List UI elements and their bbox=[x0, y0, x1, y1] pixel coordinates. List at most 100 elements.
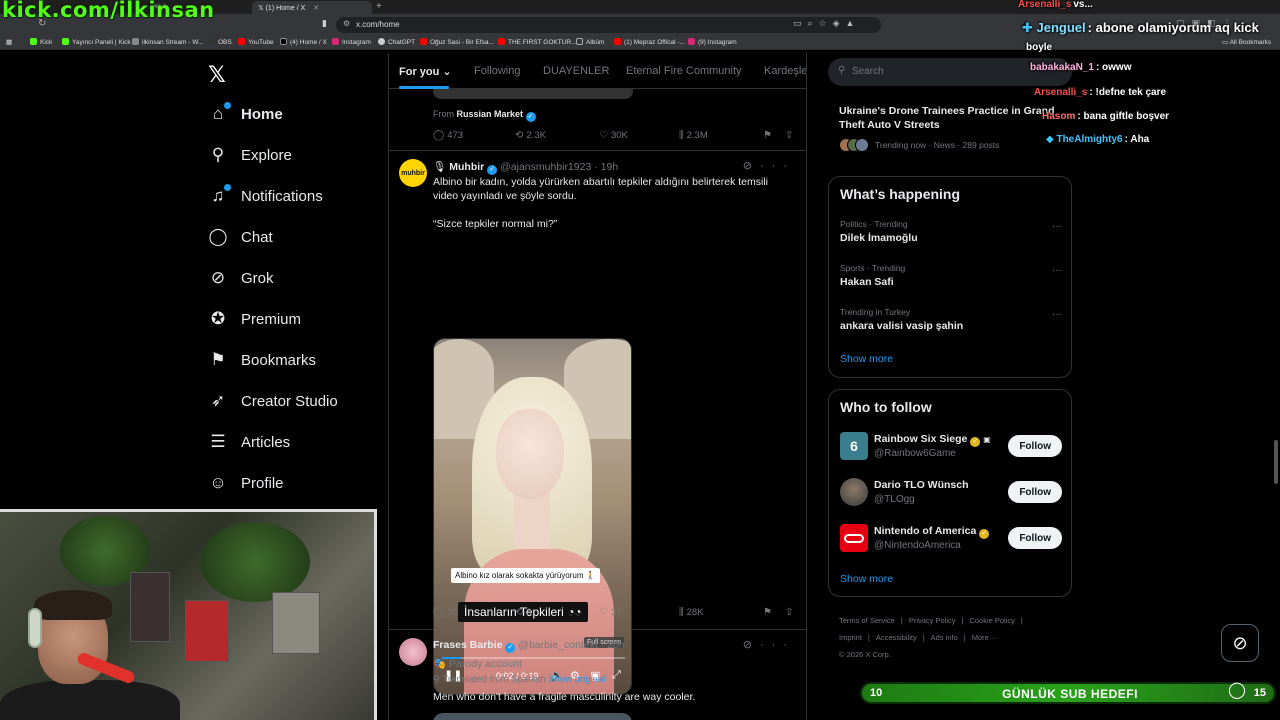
bookmark-item[interactable]: THE FIRST GOKTUR... bbox=[498, 38, 577, 46]
grok-icon[interactable]: ⊘ bbox=[743, 160, 760, 172]
nav-creator-studio[interactable]: ➶ Creator Studio bbox=[208, 386, 338, 416]
author-handle[interactable]: @ajansmuhbir1923 bbox=[500, 161, 591, 173]
follow-button[interactable]: Follow bbox=[1008, 481, 1062, 503]
mask-icon: 🎭 bbox=[433, 658, 447, 670]
more-icon[interactable]: ··· bbox=[1052, 309, 1062, 320]
reply-button[interactable]: ◯ 473 bbox=[433, 130, 463, 141]
bookmark-item[interactable]: Yayıncı Paneli | Kick bbox=[62, 38, 131, 46]
bookmark-star-icon[interactable]: ▮ bbox=[322, 18, 327, 29]
footer-link[interactable]: Privacy Policy bbox=[909, 616, 956, 625]
show-more-link[interactable]: Show more bbox=[840, 573, 893, 585]
nav-premium[interactable]: ✪ Premium bbox=[208, 304, 301, 334]
author-name[interactable]: Frases Barbie bbox=[433, 639, 502, 651]
share-button[interactable]: ⇪ bbox=[785, 607, 796, 618]
post-previous[interactable]: From Russian Market ✓ ◯ 473 ⟲ 2.3K ♡ 30K ⫼ 2… bbox=[389, 89, 806, 151]
footer-more-link[interactable]: More ··· bbox=[972, 633, 999, 642]
like-button[interactable]: ♡ 30K bbox=[599, 130, 628, 141]
bookmark-item[interactable]: ChatGPT bbox=[378, 38, 415, 46]
post-time[interactable]: 19h bbox=[601, 161, 619, 173]
reply-button[interactable]: ◯ 37 bbox=[433, 607, 458, 618]
post-media[interactable] bbox=[433, 713, 632, 720]
avatar[interactable] bbox=[840, 478, 868, 506]
show-more-link[interactable]: Show more bbox=[840, 353, 893, 365]
avatar[interactable] bbox=[399, 638, 427, 666]
like-button[interactable]: ♡ 37 bbox=[599, 607, 622, 618]
footer-link[interactable]: Terms of Service bbox=[839, 616, 895, 625]
nav-chat[interactable]: ◯ Chat bbox=[208, 222, 272, 252]
footer-link[interactable]: Imprint bbox=[839, 633, 862, 642]
avatar[interactable]: muhbir bbox=[399, 159, 427, 187]
post-media[interactable] bbox=[433, 89, 633, 99]
bookmark-item[interactable]: (1) Mepraz Offical -... bbox=[614, 38, 685, 46]
follow-suggestion[interactable]: Dario TLO Wünsch @TLOgg Follow bbox=[840, 478, 1062, 510]
bookmark-item[interactable]: OBS bbox=[208, 38, 232, 46]
tab-eternal-fire[interactable]: Eternal Fire Community bbox=[626, 65, 742, 77]
nav-home[interactable]: ⌂ Home bbox=[208, 99, 283, 129]
tab-duayenler[interactable]: DUAYENLER bbox=[543, 65, 609, 77]
more-icon[interactable]: ··· bbox=[760, 639, 795, 651]
avatar[interactable] bbox=[840, 524, 868, 552]
omnibox-extension-icons[interactable]: ▭⌕☆◈▲ bbox=[793, 18, 860, 29]
bookmark-post-button[interactable]: ⚑ bbox=[763, 607, 775, 618]
trend-item[interactable]: Sports · Trending Hakan Safi ··· bbox=[840, 263, 1062, 288]
nav-profile[interactable]: ☺ Profile bbox=[208, 468, 283, 498]
browser-tab-x-home[interactable]: 𝕏 (1) Home / X ✕ bbox=[252, 1, 372, 14]
tab-kardesler[interactable]: Kardeşle bbox=[764, 65, 806, 77]
page-scrollbar[interactable] bbox=[1274, 440, 1278, 484]
more-icon[interactable]: ··· bbox=[1052, 221, 1062, 232]
site-info-icon[interactable]: ⚙ bbox=[343, 19, 350, 28]
apps-icon[interactable]: ▦ bbox=[6, 38, 12, 46]
bookmark-item[interactable]: (4) Home / X bbox=[280, 38, 327, 46]
avatar[interactable]: 6 bbox=[840, 432, 868, 460]
post-frases-barbie[interactable]: Frases Barbie ✓ @barbie_context · 20h ⊘·… bbox=[389, 630, 806, 720]
share-button[interactable]: ⇪ bbox=[785, 130, 796, 141]
bookmark-post-button[interactable]: ⚑ bbox=[763, 130, 775, 141]
nav-notifications[interactable]: ♫ Notifications bbox=[208, 181, 323, 211]
follow-button[interactable]: Follow bbox=[1008, 527, 1062, 549]
nav-explore[interactable]: ⚲ Explore bbox=[208, 140, 292, 170]
bookmark-item[interactable]: Albüm bbox=[576, 38, 604, 46]
grok-icon[interactable]: ⊘ bbox=[743, 639, 760, 651]
author-handle[interactable]: @barbie_context bbox=[518, 639, 598, 651]
trend-item[interactable]: Politics · Trending Dilek İmamoğlu ··· bbox=[840, 219, 1062, 244]
views-button[interactable]: ⫼ 2.3M bbox=[679, 130, 708, 141]
all-bookmarks-label: All Bookmarks bbox=[1229, 39, 1272, 46]
like-count: 37 bbox=[610, 607, 622, 618]
x-logo[interactable]: 𝕏 bbox=[208, 62, 226, 88]
bookmark-item[interactable]: ilkinsan Stream - W... bbox=[132, 38, 203, 46]
new-tab-button[interactable]: + bbox=[376, 1, 382, 12]
bookmark-item[interactable]: (9) Instagram bbox=[688, 38, 737, 46]
post-time[interactable]: 20h bbox=[607, 639, 625, 651]
nav-label: Creator Studio bbox=[241, 392, 338, 410]
footer-link[interactable]: Accessibility bbox=[876, 633, 917, 642]
nav-grok[interactable]: ⊘ Grok bbox=[208, 263, 274, 293]
source-name[interactable]: Russian Market bbox=[457, 109, 524, 119]
repost-button[interactable]: ⟲ 3 bbox=[515, 607, 532, 618]
bookmark-item[interactable]: Oğuz Sasi - Bir Efsa... bbox=[420, 38, 494, 46]
close-tab-icon[interactable]: ✕ bbox=[313, 5, 319, 12]
follow-button[interactable]: Follow bbox=[1008, 435, 1062, 457]
more-icon[interactable]: ··· bbox=[760, 160, 795, 172]
grok-floating-button[interactable]: ⊘ bbox=[1221, 624, 1259, 662]
nav-bookmarks[interactable]: ⚑ Bookmarks bbox=[208, 345, 316, 375]
follow-suggestion[interactable]: 6 Rainbow Six Siege ✓ ▣ @Rainbow6Game Fo… bbox=[840, 432, 1062, 464]
bookmark-item[interactable]: YouTube bbox=[238, 38, 274, 46]
trend-item[interactable]: Trending in Turkey ankara valisi vasip ş… bbox=[840, 307, 1062, 332]
bookmark-item[interactable]: Kick bbox=[30, 38, 52, 46]
repost-button[interactable]: ⟲ 2.3K bbox=[515, 130, 546, 141]
bookmark-item[interactable]: Instagram bbox=[332, 38, 371, 46]
footer-link[interactable]: Ads info bbox=[931, 633, 958, 642]
url-text[interactable]: x.com/home bbox=[356, 20, 400, 29]
footer-link[interactable]: Cookie Policy bbox=[969, 616, 1014, 625]
more-icon[interactable]: ··· bbox=[1052, 265, 1062, 276]
post-muhbir[interactable]: muhbir 🎙 Muhbir ✓ @ajansmuhbir1923 · 19h… bbox=[389, 151, 806, 695]
tab-following[interactable]: Following bbox=[474, 65, 520, 77]
author-name[interactable]: Muhbir bbox=[449, 161, 484, 173]
follow-suggestion[interactable]: Nintendo of America ✓ @NintendoAmerica F… bbox=[840, 524, 1062, 556]
trending-story[interactable]: Ukraine's Drone Trainees Practice in Gra… bbox=[839, 104, 1069, 152]
nav-articles[interactable]: ☰ Articles bbox=[208, 427, 290, 457]
tab-for-you[interactable]: For you ⌄ bbox=[399, 65, 452, 78]
show-original-link[interactable]: Show original bbox=[548, 674, 605, 685]
views-button[interactable]: ⫼ 28K bbox=[679, 607, 704, 618]
all-bookmarks-link[interactable]: ▭ All Bookmarks bbox=[1222, 38, 1271, 46]
